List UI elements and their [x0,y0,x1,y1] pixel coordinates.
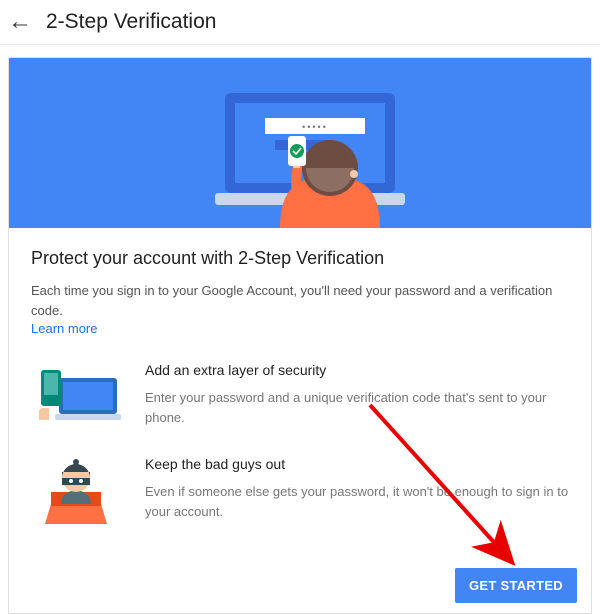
back-arrow-icon[interactable]: ← [8,10,32,34]
svg-text:•••••: ••••• [302,122,328,132]
feature-item: Add an extra layer of security Enter you… [31,362,569,432]
security-layer-icon [31,362,121,432]
page-header: ← 2-Step Verification [0,0,600,45]
feature-item: Keep the bad guys out Even if someone el… [31,456,569,526]
get-started-button[interactable]: GET STARTED [455,568,577,603]
page-title: 2-Step Verification [46,10,216,34]
feature-heading: Add an extra layer of security [145,362,569,378]
feature-description: Even if someone else gets your password,… [145,482,569,521]
card-footer: GET STARTED [9,562,591,613]
card-content: Protect your account with 2-Step Verific… [9,228,591,562]
section-description: Each time you sign in to your Google Acc… [31,281,569,320]
feature-description: Enter your password and a unique verific… [145,388,569,427]
feature-heading: Keep the bad guys out [145,456,569,472]
learn-more-link[interactable]: Learn more [31,321,97,336]
bad-guys-icon [31,456,121,526]
section-title: Protect your account with 2-Step Verific… [31,248,569,269]
hero-illustration: ••••• [9,58,591,228]
main-card: ••••• Protect your account with 2-Step V… [8,57,592,614]
features-list: Add an extra layer of security Enter you… [31,362,569,526]
